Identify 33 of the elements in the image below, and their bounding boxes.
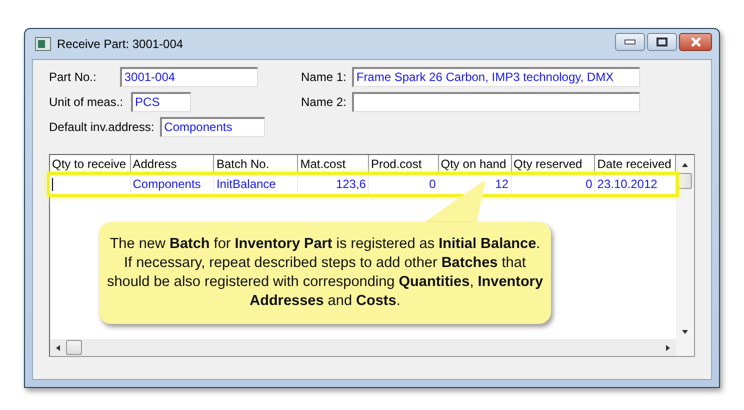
scroll-up-icon[interactable] [681,161,689,169]
field-label: Part No.: [49,70,96,84]
field-label: Default inv.address: [49,120,154,134]
horizontal-scrollbar[interactable] [50,339,676,356]
field-label: Name 2: [301,94,346,108]
field-label: Name 1: [301,70,346,84]
minimize-button[interactable] [615,33,645,51]
table-cell: InitBalance [214,175,298,194]
input-field[interactable]: Components [160,116,266,136]
window-icon [35,37,51,51]
scroll-right-icon[interactable] [664,344,672,352]
scroll-left-icon[interactable] [54,344,62,352]
scroll-thumb[interactable] [678,173,692,189]
table-cell: 0 [512,175,596,194]
field-label: Unit of meas.: [49,94,124,108]
table-cell: 23.10.2012 [595,175,676,194]
table-cell: 123,6 [298,175,369,194]
maximize-button[interactable] [647,33,677,51]
callout-text: The new Batch for Inventory Part is registered as Initial Balance. If necessary, repeat described steps to add other Batches that should be also registered with corresponding Quantities, Inventory Addresses and Costs. [106,235,544,311]
maximize-icon [656,37,668,47]
scroll-down-icon[interactable] [681,328,689,336]
input-field[interactable]: Frame Spark 26 Carbon, IMP3 technology, DMX [352,66,640,86]
close-icon [690,37,702,47]
close-button[interactable] [679,33,712,51]
table-cell: 0 [368,175,439,194]
vertical-scrollbar[interactable] [676,155,694,356]
minimize-icon [624,39,636,45]
window-title: Receive Part: 3001-004 [57,37,184,51]
input-field[interactable]: 3001-004 [120,66,258,86]
table-cell: Components [130,175,214,194]
scroll-thumb[interactable] [66,340,82,355]
input-field[interactable]: PCS [131,92,192,112]
input-field[interactable] [352,92,640,112]
